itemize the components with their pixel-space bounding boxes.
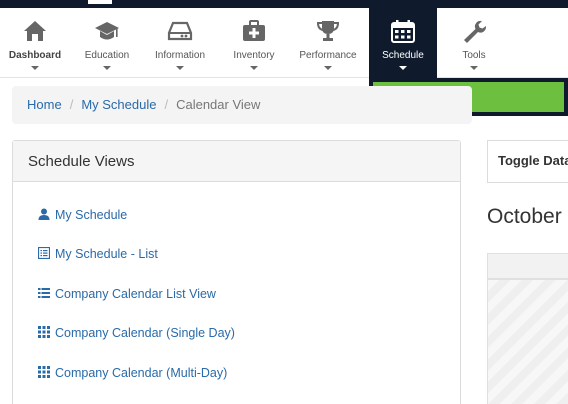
calendar-icon	[391, 20, 415, 43]
nav-item-tools[interactable]: Tools	[444, 8, 504, 78]
toggle-data-label: Toggle Data	[498, 153, 568, 168]
toggle-data-button[interactable]: Toggle Data	[487, 140, 568, 183]
list-alt-icon	[38, 247, 50, 259]
view-link-label: My Schedule - List	[55, 247, 158, 261]
breadcrumb-my-schedule[interactable]: My Schedule	[81, 97, 156, 112]
chevron-down-icon	[31, 66, 39, 70]
chevron-down-icon	[250, 66, 258, 70]
chevron-down-icon	[176, 66, 184, 70]
wrench-icon	[464, 20, 487, 43]
grid-icon	[38, 366, 50, 378]
view-link-my-schedule-list[interactable]: My Schedule - List	[38, 247, 158, 261]
breadcrumb-separator: /	[69, 97, 74, 112]
nav-item-schedule[interactable]: Schedule	[369, 8, 437, 78]
grid-icon	[38, 326, 50, 338]
medkit-icon	[243, 20, 265, 41]
main-nav: Dashboard Education Information Inventor…	[0, 8, 568, 78]
graduation-cap-icon	[95, 22, 119, 40]
breadcrumb-current: Calendar View	[176, 97, 261, 112]
breadcrumb-separator: /	[164, 97, 169, 112]
nav-label-schedule: Schedule	[382, 50, 424, 61]
nav-label-inventory: Inventory	[233, 50, 275, 61]
calendar-body	[487, 279, 568, 404]
view-link-my-schedule[interactable]: My Schedule	[38, 208, 127, 222]
breadcrumb-home[interactable]: Home	[27, 97, 62, 112]
view-link-company-calendar-single-day[interactable]: Company Calendar (Single Day)	[38, 326, 235, 340]
nav-label-education: Education	[84, 50, 130, 61]
hard-drive-icon	[167, 21, 193, 41]
logo-fragment	[88, 0, 112, 4]
chevron-down-icon	[324, 66, 332, 70]
view-link-label: Company Calendar (Multi-Day)	[55, 366, 228, 380]
nav-label-dashboard: Dashboard	[8, 50, 62, 61]
chevron-down-icon	[399, 66, 407, 70]
trophy-icon	[316, 21, 340, 41]
top-strip	[0, 0, 568, 8]
nav-label-information: Information	[154, 50, 206, 61]
chevron-down-icon	[103, 66, 111, 70]
user-icon	[38, 208, 50, 220]
view-link-company-calendar-list[interactable]: Company Calendar List View	[38, 287, 216, 301]
nav-item-inventory[interactable]: Inventory	[224, 8, 284, 78]
nav-item-performance[interactable]: Performance	[292, 8, 364, 78]
nav-item-information[interactable]: Information	[146, 8, 214, 78]
schedule-views-panel: Schedule Views My Schedule My Schedule -…	[12, 140, 461, 404]
breadcrumb: Home / My Schedule / Calendar View	[12, 86, 472, 124]
nav-label-tools: Tools	[462, 50, 486, 61]
view-link-label: My Schedule	[55, 208, 128, 222]
panel-title: Schedule Views	[13, 141, 460, 182]
home-icon	[24, 21, 46, 41]
calendar-month-title: October 2	[487, 205, 568, 228]
chevron-down-icon	[470, 66, 478, 70]
view-link-company-calendar-multi-day[interactable]: Company Calendar (Multi-Day)	[38, 366, 227, 380]
nav-label-performance: Performance	[299, 50, 357, 61]
view-link-label: Company Calendar List View	[55, 287, 216, 301]
nav-item-dashboard[interactable]: Dashboard	[2, 8, 68, 78]
calendar-header	[487, 253, 568, 279]
list-icon	[38, 288, 50, 298]
nav-item-education[interactable]: Education	[76, 8, 138, 78]
view-link-label: Company Calendar (Single Day)	[55, 326, 235, 340]
